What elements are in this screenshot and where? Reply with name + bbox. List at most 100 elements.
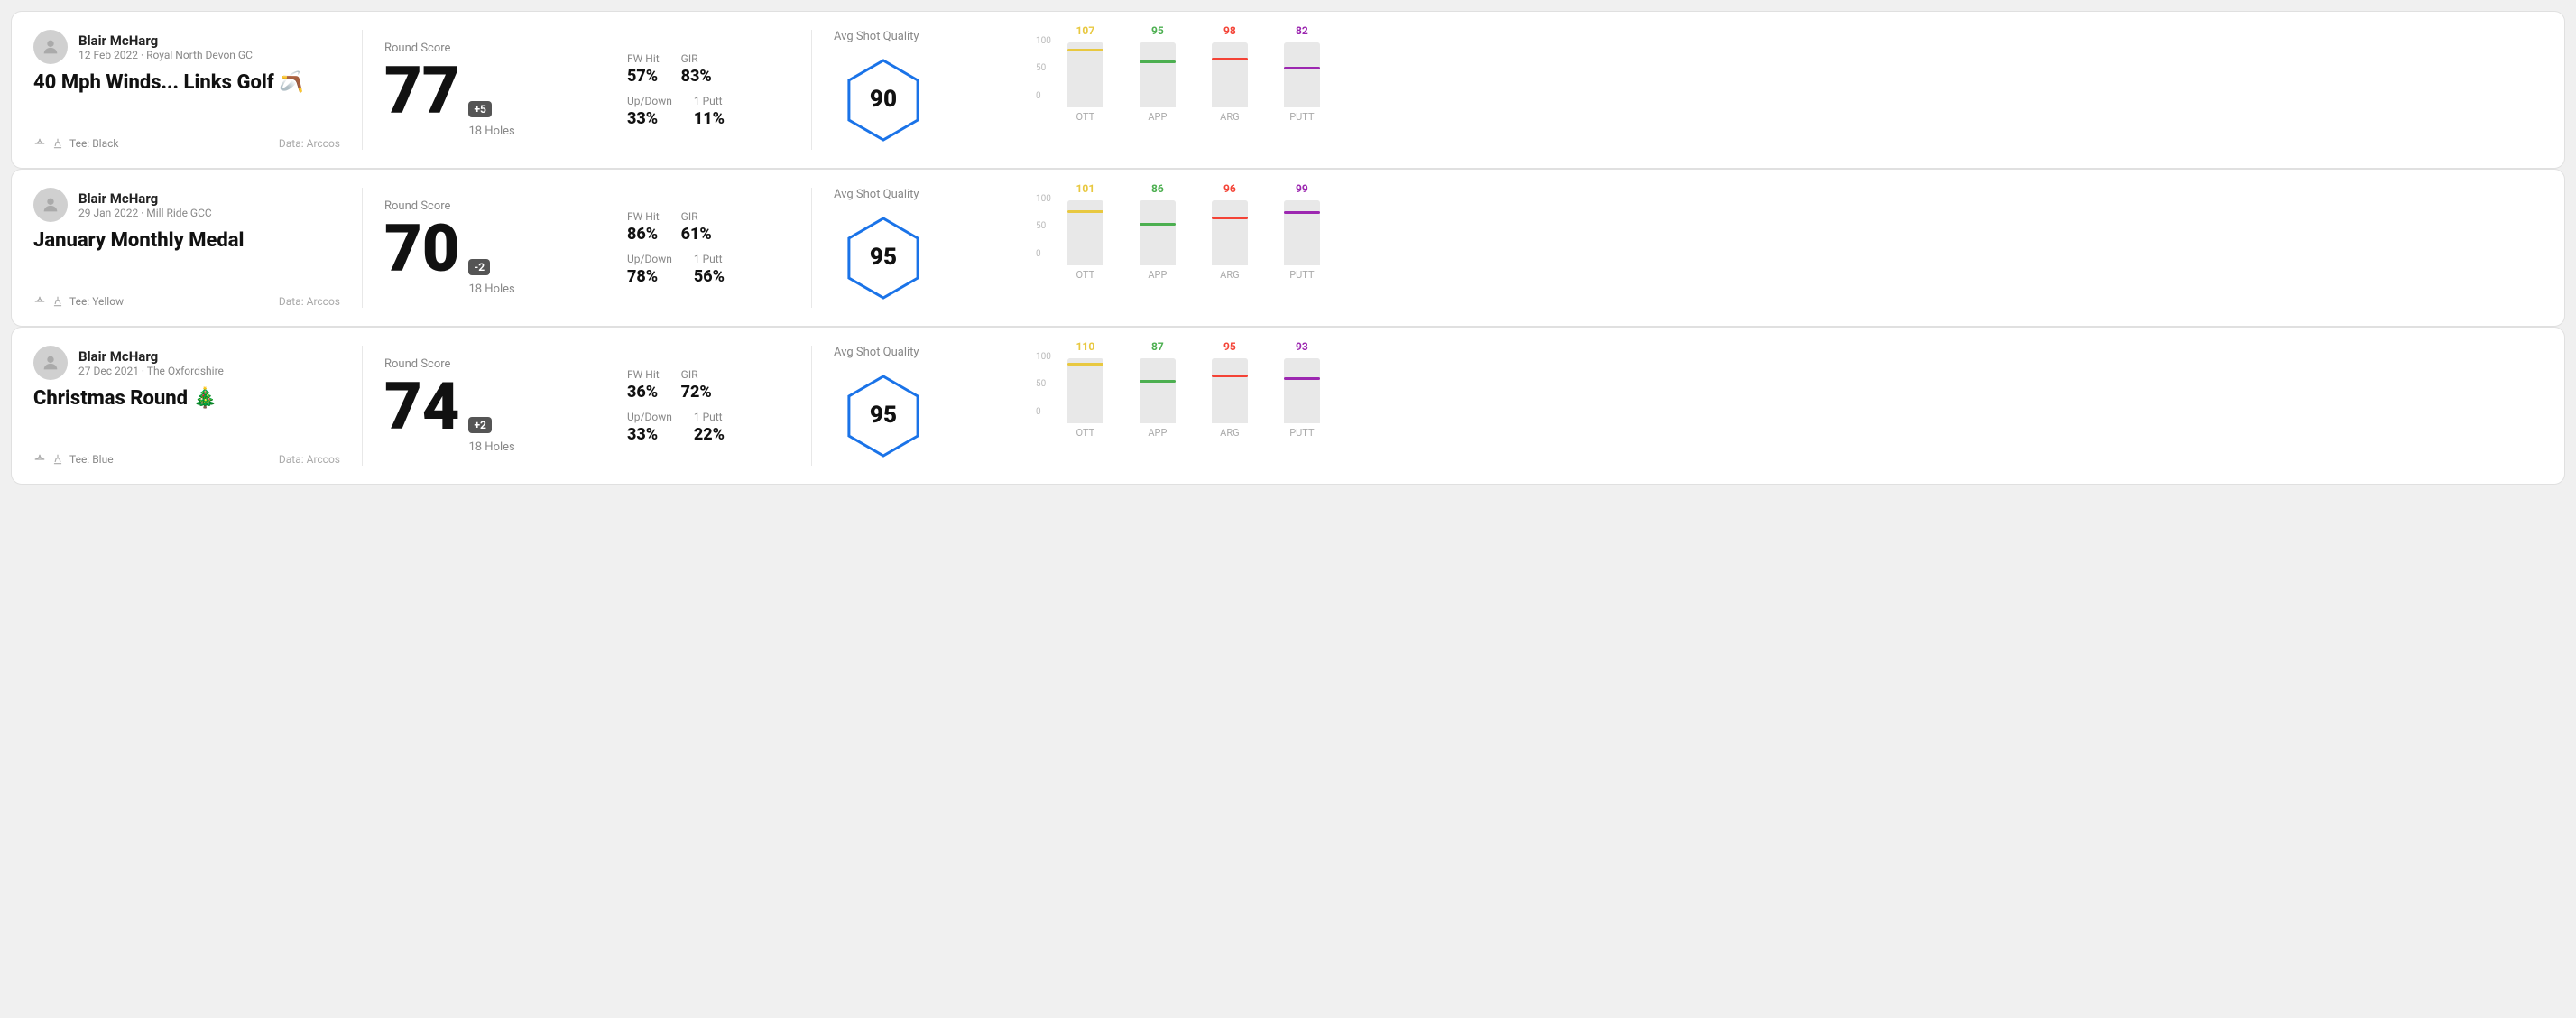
stats-section-3: FW Hit 36% GIR 72% Up/Down 33% 1 Putt xyxy=(627,346,789,466)
bottom-info-1: Tee: Black Data: Arccos xyxy=(33,137,340,150)
score-badge-col-2: -2 18 Holes xyxy=(468,259,514,296)
data-source-1: Data: Arccos xyxy=(279,137,340,150)
bar-axis-label-putt: PUTT xyxy=(1275,427,1329,439)
bar-wrapper-putt xyxy=(1284,200,1320,265)
bar-wrapper-arg xyxy=(1212,358,1248,423)
tee-icon-2 xyxy=(51,295,64,308)
bar-axis-label-ott: OTT xyxy=(1058,427,1113,439)
bar-wrapper-app xyxy=(1140,42,1176,107)
weather-icon-1 xyxy=(33,137,46,150)
score-diff-2: -2 xyxy=(468,259,490,275)
player-meta-1: 12 Feb 2022 · Royal North Devon GC xyxy=(78,49,253,61)
bar-value-ott: 110 xyxy=(1076,340,1095,353)
gir-stat-2: GIR 61% xyxy=(681,210,712,244)
bar-axis-label-app: APP xyxy=(1131,269,1185,281)
bar-wrapper-ott xyxy=(1067,200,1103,265)
left-section-1: Blair McHarg 12 Feb 2022 · Royal North D… xyxy=(33,30,340,150)
score-holes-3: 18 Holes xyxy=(468,440,514,454)
chart-section: 100 50 0 101 OTT 86 xyxy=(1029,194,2543,302)
bottom-info-2: Tee: Yellow Data: Arccos xyxy=(33,295,340,308)
gir-label-2: GIR xyxy=(681,210,712,223)
bar-value-app: 86 xyxy=(1151,182,1164,195)
bar-value-arg: 98 xyxy=(1223,24,1236,37)
fw-hit-stat-1: FW Hit 57% xyxy=(627,52,660,86)
bar-wrapper-arg xyxy=(1212,200,1248,265)
bar-axis-label-ott: OTT xyxy=(1058,111,1113,123)
one-putt-value-1: 11% xyxy=(694,109,725,128)
player-meta-3: 27 Dec 2021 · The Oxfordshire xyxy=(78,365,224,377)
fw-hit-stat-3: FW Hit 36% xyxy=(627,368,660,402)
avatar-1 xyxy=(33,30,68,64)
player-name-3: Blair McHarg xyxy=(78,348,224,365)
gir-stat-1: GIR 83% xyxy=(681,52,712,86)
quality-label-3: Avg Shot Quality xyxy=(834,346,919,359)
round-card-3: Blair McHarg 27 Dec 2021 · The Oxfordshi… xyxy=(11,327,2565,485)
updown-value-2: 78% xyxy=(627,267,672,286)
divider-right-2 xyxy=(811,188,812,308)
quality-section-1: Avg Shot Quality 90 xyxy=(834,30,1014,150)
stats-section-2: FW Hit 86% GIR 61% Up/Down 78% 1 Putt xyxy=(627,188,789,308)
bar-axis-label-ott: OTT xyxy=(1058,269,1113,281)
round-card-2: Blair McHarg 29 Jan 2022 · Mill Ride GCC… xyxy=(11,169,2565,327)
score-badge-col-3: +2 18 Holes xyxy=(468,417,514,454)
tee-info-1: Tee: Black xyxy=(33,137,118,150)
gir-value-1: 83% xyxy=(681,67,712,86)
bar-col-putt: 99 PUTT xyxy=(1275,182,1329,281)
avatar-2 xyxy=(33,188,68,222)
bar-wrapper-app xyxy=(1140,200,1176,265)
bar-wrapper-ott xyxy=(1067,358,1103,423)
bar-axis-label-app: APP xyxy=(1131,427,1185,439)
updown-value-3: 33% xyxy=(627,425,672,444)
weather-icon-2 xyxy=(33,295,46,308)
score-section-3: Round Score 74 +2 18 Holes xyxy=(384,346,583,466)
y-axis: 100 50 0 xyxy=(1036,36,1055,101)
tee-info-2: Tee: Yellow xyxy=(33,295,124,308)
divider-left-1 xyxy=(362,30,363,150)
svg-text:95: 95 xyxy=(870,244,897,271)
fw-hit-label-2: FW Hit xyxy=(627,210,660,223)
round-title-1: 40 Mph Winds... Links Golf 🪃 xyxy=(33,71,340,94)
stats-row-top-1: FW Hit 57% GIR 83% xyxy=(627,52,789,86)
one-putt-stat-3: 1 Putt 22% xyxy=(694,411,725,444)
gir-label-1: GIR xyxy=(681,52,712,65)
tee-info-3: Tee: Blue xyxy=(33,453,114,466)
fw-hit-label-3: FW Hit xyxy=(627,368,660,381)
updown-label-3: Up/Down xyxy=(627,411,672,423)
chart-section: 100 50 0 107 OTT 95 xyxy=(1029,36,2543,144)
score-number-1: 77 xyxy=(384,59,459,124)
bar-axis-label-arg: ARG xyxy=(1203,111,1257,123)
fw-hit-stat-2: FW Hit 86% xyxy=(627,210,660,244)
bar-col-ott: 110 OTT xyxy=(1058,340,1113,439)
score-section-1: Round Score 77 +5 18 Holes xyxy=(384,30,583,150)
updown-label-1: Up/Down xyxy=(627,95,672,107)
quality-section-2: Avg Shot Quality 95 xyxy=(834,188,1014,308)
hexagon-container-2: 95 xyxy=(834,208,933,308)
bar-value-putt: 93 xyxy=(1296,340,1308,353)
player-name-2: Blair McHarg xyxy=(78,190,212,207)
divider-left-3 xyxy=(362,346,363,466)
round-title-3: Christmas Round 🎄 xyxy=(33,387,340,410)
stats-row-bottom-3: Up/Down 33% 1 Putt 22% xyxy=(627,411,789,444)
bar-col-arg: 96 ARG xyxy=(1203,182,1257,281)
bar-col-app: 86 APP xyxy=(1131,182,1185,281)
bar-axis-label-putt: PUTT xyxy=(1275,111,1329,123)
divider-right-1 xyxy=(811,30,812,150)
stats-section-1: FW Hit 57% GIR 83% Up/Down 33% 1 Putt xyxy=(627,30,789,150)
quality-chart-container-3: Avg Shot Quality 95 100 50 0 xyxy=(834,346,2543,466)
score-section-2: Round Score 70 -2 18 Holes xyxy=(384,188,583,308)
stats-row-top-3: FW Hit 36% GIR 72% xyxy=(627,368,789,402)
bar-wrapper-putt xyxy=(1284,358,1320,423)
gir-stat-3: GIR 72% xyxy=(681,368,712,402)
updown-stat-2: Up/Down 78% xyxy=(627,253,672,286)
score-row-3: 74 +2 18 Holes xyxy=(384,375,583,454)
score-holes-1: 18 Holes xyxy=(468,125,514,138)
quality-chart-container-2: Avg Shot Quality 95 100 50 0 xyxy=(834,188,2543,308)
fw-hit-label-1: FW Hit xyxy=(627,52,660,65)
updown-label-2: Up/Down xyxy=(627,253,672,265)
tee-label-2: Tee: Yellow xyxy=(69,295,124,308)
player-info-3: Blair McHarg 27 Dec 2021 · The Oxfordshi… xyxy=(33,346,340,380)
bar-axis-label-arg: ARG xyxy=(1203,269,1257,281)
one-putt-value-3: 22% xyxy=(694,425,725,444)
score-row-1: 77 +5 18 Holes xyxy=(384,59,583,138)
svg-text:95: 95 xyxy=(870,402,897,429)
